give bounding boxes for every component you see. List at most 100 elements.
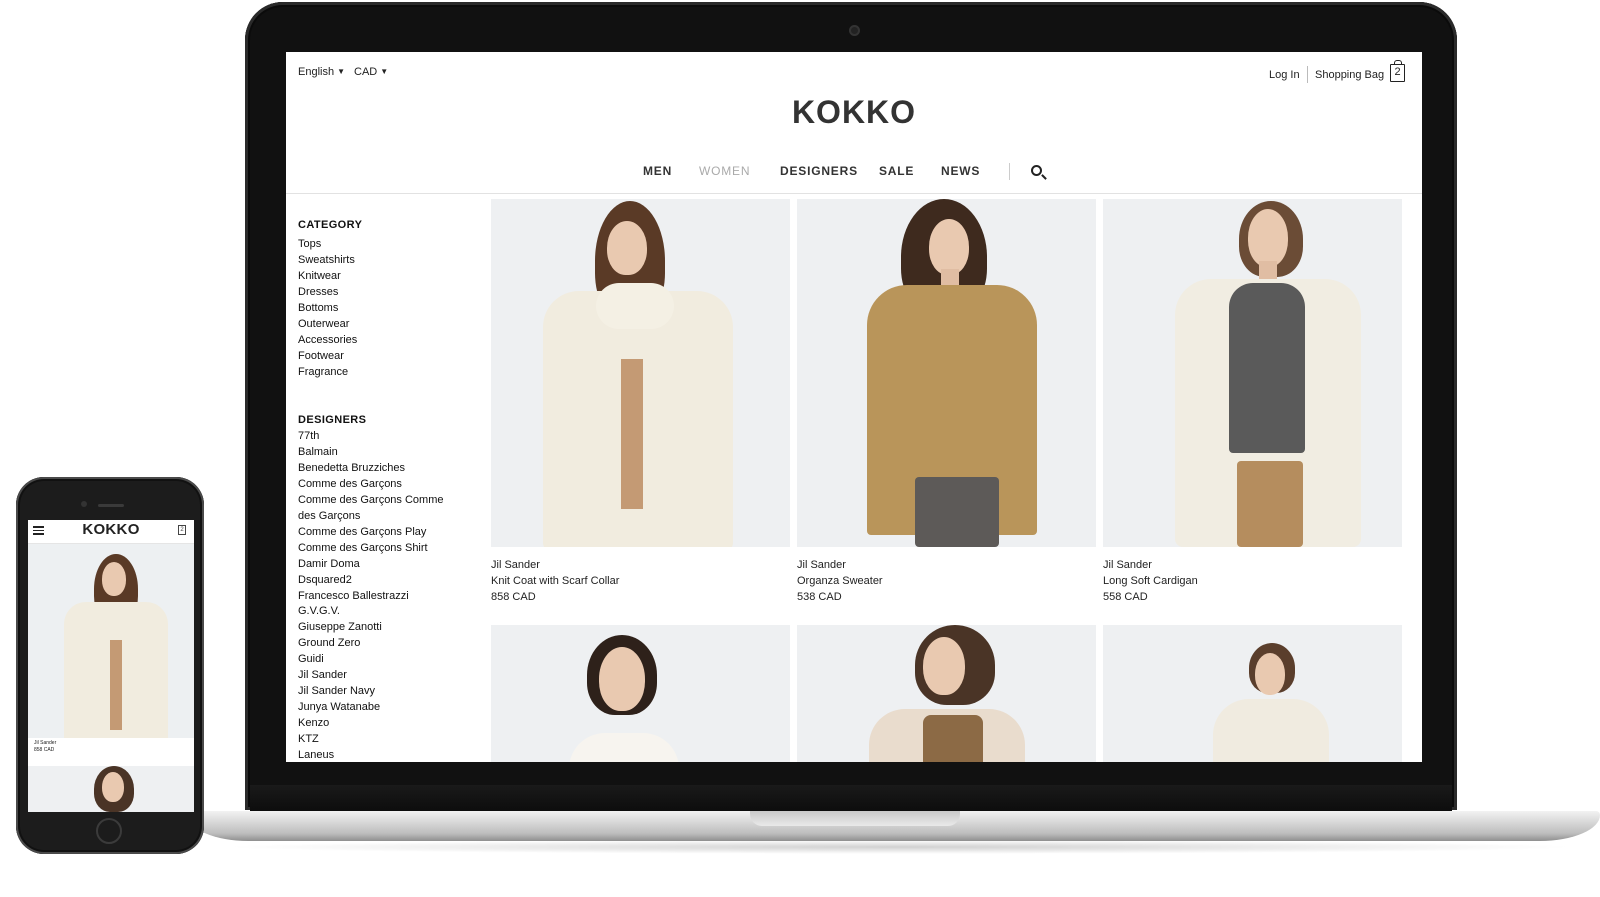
- designer-item[interactable]: Francesco Ballestrazzi: [298, 589, 463, 605]
- search-icon[interactable]: [1031, 165, 1042, 176]
- model-face: [102, 772, 124, 802]
- designer-item[interactable]: Comme des Garçons Shirt: [298, 541, 463, 557]
- category-item[interactable]: Knitwear: [298, 269, 357, 285]
- nav-sale[interactable]: SALE: [879, 164, 914, 178]
- nav-news[interactable]: NEWS: [941, 164, 980, 178]
- category-item[interactable]: Tops: [298, 237, 357, 253]
- category-list: Tops Sweatshirts Knitwear Dresses Bottom…: [298, 237, 357, 381]
- shopping-bag-icon[interactable]: 2: [1390, 60, 1405, 82]
- currency-label: CAD: [354, 66, 378, 78]
- designer-item[interactable]: Comme des Garçons Comme des Garçons: [298, 493, 463, 525]
- header-rule: [286, 193, 1422, 194]
- nav-divider: [1009, 163, 1010, 180]
- header-divider: [1307, 66, 1308, 83]
- product-name[interactable]: Organza Sweater: [797, 573, 883, 589]
- laptop-camera: [849, 25, 860, 36]
- model-trousers: [915, 477, 999, 547]
- model-face: [923, 637, 965, 695]
- model-scarf: [596, 283, 674, 329]
- model-face: [607, 221, 647, 275]
- model-top: [621, 359, 643, 509]
- product-image[interactable]: [1103, 199, 1402, 547]
- category-item[interactable]: Outerwear: [298, 317, 357, 333]
- category-item[interactable]: Bottoms: [298, 301, 357, 317]
- category-item[interactable]: Fragrance: [298, 365, 357, 381]
- laptop-shadow: [220, 840, 1580, 854]
- nav-women[interactable]: WOMEN: [699, 164, 750, 178]
- product-info: Jil Sander Knit Coat with Scarf Collar 8…: [491, 557, 619, 605]
- designer-item[interactable]: Comme des Garçons Play: [298, 525, 463, 541]
- product-price: 858 CAD: [491, 591, 536, 603]
- product-image[interactable]: [491, 199, 790, 547]
- designer-item[interactable]: Damir Doma: [298, 557, 463, 573]
- designer-item[interactable]: Comme des Garçons: [298, 477, 463, 493]
- product-image[interactable]: [491, 625, 790, 762]
- designer-item[interactable]: Benedetta Bruzziches: [298, 461, 463, 477]
- product-name[interactable]: Knit Coat with Scarf Collar: [491, 573, 619, 589]
- designer-item[interactable]: Giuseppe Zanotti: [298, 620, 463, 636]
- phone-screen: KOKKO 2 Jil Sander 858 CAD: [28, 520, 194, 812]
- designer-item[interactable]: Laneus: [298, 748, 463, 762]
- category-item[interactable]: Dresses: [298, 285, 357, 301]
- model-top: [110, 640, 122, 730]
- currency-select[interactable]: CAD ▼: [354, 66, 388, 78]
- designer-item[interactable]: Guidi: [298, 652, 463, 668]
- designer-item[interactable]: G.V.G.V.: [298, 604, 463, 620]
- mobile-product-image[interactable]: [28, 766, 194, 812]
- model-face: [599, 647, 645, 711]
- product-info: Jil Sander Long Soft Cardigan 558 CAD: [1103, 557, 1198, 605]
- designer-item[interactable]: Jil Sander: [298, 668, 463, 684]
- category-item[interactable]: Footwear: [298, 349, 357, 365]
- product-brand[interactable]: Jil Sander: [491, 557, 619, 573]
- designer-item[interactable]: 77th: [298, 429, 463, 445]
- category-title: CATEGORY: [298, 219, 363, 231]
- product-image[interactable]: [797, 625, 1096, 762]
- login-link[interactable]: Log In: [1269, 69, 1300, 81]
- designer-item[interactable]: Kenzo: [298, 716, 463, 732]
- phone-home-button: [96, 818, 122, 844]
- model-vest: [923, 715, 983, 762]
- laptop-screen: English ▼ CAD ▼ Log In Shopping Bag 2 KOKK…: [286, 52, 1422, 762]
- mobile-bag-count: 2: [180, 527, 184, 533]
- nav-men[interactable]: MEN: [643, 164, 672, 178]
- language-select[interactable]: English ▼: [298, 66, 345, 78]
- designer-item[interactable]: Dsquared2: [298, 573, 463, 589]
- product-name[interactable]: Long Soft Cardigan: [1103, 573, 1198, 589]
- mobile-product-info: Jil Sander 858 CAD: [34, 740, 56, 754]
- language-label: English: [298, 66, 335, 78]
- shopping-bag-link[interactable]: Shopping Bag: [1315, 69, 1384, 81]
- model-face: [929, 219, 969, 275]
- mobile-bag-icon[interactable]: 2: [178, 525, 186, 535]
- mobile-product-price: 858 CAD: [34, 747, 55, 753]
- model-face: [102, 562, 126, 596]
- laptop-notch: [750, 811, 960, 826]
- designer-item[interactable]: Junya Watanabe: [298, 700, 463, 716]
- bag-count: 2: [1394, 66, 1401, 78]
- nav-designers[interactable]: DESIGNERS: [780, 164, 858, 178]
- mobile-logo[interactable]: KOKKO: [28, 521, 194, 538]
- product-info: Jil Sander Organza Sweater 538 CAD: [797, 557, 883, 605]
- model-face: [1255, 653, 1285, 695]
- designer-item[interactable]: Balmain: [298, 445, 463, 461]
- mobile-product-image[interactable]: [28, 544, 194, 738]
- model-trousers: [1237, 461, 1303, 547]
- designer-item[interactable]: Ground Zero: [298, 636, 463, 652]
- product-image[interactable]: [797, 199, 1096, 547]
- product-brand[interactable]: Jil Sander: [1103, 557, 1198, 573]
- category-item[interactable]: Sweatshirts: [298, 253, 357, 269]
- designer-item[interactable]: Jil Sander Navy: [298, 684, 463, 700]
- site-logo[interactable]: KOKKO: [286, 94, 1422, 131]
- model-cardigan: [1213, 699, 1329, 762]
- laptop-bezel-bottom: [250, 785, 1452, 811]
- product-brand[interactable]: Jil Sander: [797, 557, 883, 573]
- designers-title: DESIGNERS: [298, 414, 367, 426]
- designer-item[interactable]: KTZ: [298, 732, 463, 748]
- chevron-down-icon: ▼: [337, 67, 345, 76]
- product-image[interactable]: [1103, 625, 1402, 762]
- designer-list: 77th Balmain Benedetta Bruzziches Comme …: [298, 429, 463, 762]
- category-item[interactable]: Accessories: [298, 333, 357, 349]
- chevron-down-icon: ▼: [380, 67, 389, 76]
- model-top: [1229, 283, 1305, 453]
- product-price: 538 CAD: [797, 591, 842, 603]
- mobile-product-brand[interactable]: Jil Sander: [34, 740, 56, 747]
